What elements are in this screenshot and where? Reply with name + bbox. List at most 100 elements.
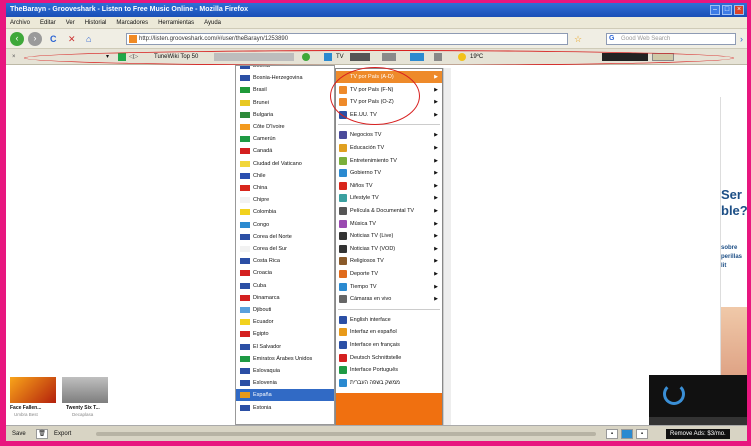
country-item[interactable]: Djibouti <box>236 304 334 316</box>
album-thumb-1[interactable] <box>10 377 56 403</box>
country-item[interactable]: China <box>236 182 334 194</box>
country-item[interactable]: Dinamarca <box>236 292 334 304</box>
menu-item[interactable]: Religiosos TV ▶ <box>336 255 442 267</box>
country-item[interactable]: Côte D'Ivoire <box>236 121 334 133</box>
country-item[interactable]: Congo <box>236 219 334 231</box>
menu-item[interactable]: ממשק בשפה העברית <box>336 377 442 389</box>
home-icon[interactable]: ⌂ <box>86 33 91 45</box>
menu-item[interactable]: Deutsch Schnittstelle <box>336 352 442 364</box>
globe-icon[interactable] <box>302 53 310 61</box>
toolbar-close-icon[interactable]: × <box>12 52 16 62</box>
save-button[interactable]: Save <box>12 429 26 439</box>
shuffle-icon[interactable]: ▪ <box>606 429 618 439</box>
country-item[interactable]: Eslovenia <box>236 377 334 389</box>
country-item[interactable]: Costa Rica <box>236 255 334 267</box>
menu-item[interactable]: English interface <box>336 314 442 326</box>
mail-icon[interactable] <box>434 53 442 61</box>
menu-item-icon <box>339 341 347 349</box>
tv-thumb-icon[interactable] <box>350 53 370 61</box>
country-item[interactable]: Croacia <box>236 267 334 279</box>
search-go-icon[interactable]: › <box>740 33 743 45</box>
close-button[interactable]: × <box>734 5 744 15</box>
country-item[interactable]: Chile <box>236 170 334 182</box>
menu-item[interactable]: Deporte TV ▶ <box>336 268 442 280</box>
menu-ayuda[interactable]: Ayuda <box>204 20 221 26</box>
country-item[interactable]: Bosnia <box>236 66 334 72</box>
menu-item[interactable]: TV por País (A-D) ▶ <box>336 71 442 83</box>
forward-button[interactable]: › <box>28 32 42 46</box>
menu-item[interactable]: Noticias TV (VOD) ▶ <box>336 243 442 255</box>
country-item[interactable]: Canadá <box>236 145 334 157</box>
album-thumb-2[interactable] <box>62 377 108 403</box>
country-item[interactable]: Brasil <box>236 84 334 96</box>
toolbar-dropdown-icon[interactable]: ▾ <box>106 52 109 62</box>
menu-item[interactable]: Tiempo TV ▶ <box>336 281 442 293</box>
country-item[interactable]: Bulgaria <box>236 109 334 121</box>
menu-item[interactable]: Música TV ▶ <box>336 218 442 230</box>
menu-item[interactable]: Niños TV ▶ <box>336 180 442 192</box>
top50-button[interactable]: TuneWiki Top 50 <box>154 52 198 62</box>
menu-item[interactable]: Interface Português <box>336 364 442 376</box>
stop-icon[interactable]: ✕ <box>68 33 76 45</box>
volume-icon[interactable]: ▪ <box>636 429 648 439</box>
menu-item[interactable]: Gobierno TV ▶ <box>336 167 442 179</box>
menu-scrollbar[interactable] <box>443 68 451 425</box>
country-item[interactable]: Egipto <box>236 328 334 340</box>
country-item[interactable]: Emiratos Árabes Unidos <box>236 353 334 365</box>
album-title-1[interactable]: Face Fallen... <box>10 405 41 411</box>
menu-item-icon <box>339 295 347 304</box>
menu-item[interactable]: Interface en français <box>336 339 442 351</box>
country-item[interactable]: Corea del Norte <box>236 231 334 243</box>
toolbar-option-icon[interactable] <box>652 53 674 61</box>
menu-item[interactable]: Película & Documental TV ▶ <box>336 205 442 217</box>
menu-item[interactable]: TV por País (F-N) ▶ <box>336 84 442 96</box>
country-item[interactable]: Ciudad del Vaticano <box>236 158 334 170</box>
export-button[interactable]: Export <box>54 429 71 439</box>
country-item[interactable]: España <box>236 389 334 402</box>
repeat-icon[interactable] <box>621 429 633 439</box>
progress-track[interactable] <box>96 432 596 436</box>
maximize-button[interactable]: □ <box>722 5 732 15</box>
country-item[interactable]: Cuba <box>236 280 334 292</box>
back-button[interactable]: ‹ <box>10 32 24 46</box>
country-item[interactable]: Bosnia-Herzegovina <box>236 72 334 84</box>
menu-item[interactable]: Noticias TV (Live) ▶ <box>336 230 442 242</box>
menu-editar[interactable]: Editar <box>40 20 56 26</box>
rss-icon[interactable]: ☆ <box>574 33 582 45</box>
search-input[interactable]: G Good Web Search <box>606 33 736 45</box>
ad-player[interactable] <box>649 375 747 425</box>
country-item[interactable]: Camerún <box>236 133 334 145</box>
menu-marcadores[interactable]: Marcadores <box>116 20 148 26</box>
menu-item[interactable]: Lifestyle TV ▶ <box>336 192 442 204</box>
album-title-2[interactable]: Twenty Six T... <box>66 405 100 411</box>
menu-item[interactable]: TV por País (O-Z) ▶ <box>336 96 442 108</box>
menu-herramientas[interactable]: Herramientas <box>158 20 194 26</box>
delete-icon[interactable]: 🗑 <box>36 429 48 439</box>
menu-historial[interactable]: Historial <box>85 20 107 26</box>
country-item[interactable]: Ecuador <box>236 316 334 328</box>
reload-icon[interactable]: C <box>50 33 57 45</box>
play-icon[interactable]: ◁▷ <box>129 52 138 62</box>
country-item[interactable]: El Salvador <box>236 341 334 353</box>
tv-button[interactable]: TV <box>336 52 344 62</box>
menu-ver[interactable]: Ver <box>66 20 75 26</box>
country-label: Chile <box>253 172 266 179</box>
menu-item[interactable]: EE.UU. TV ▶ <box>336 109 442 121</box>
menu-item[interactable]: Educación TV ▶ <box>336 142 442 154</box>
chat-icon[interactable] <box>410 53 424 61</box>
menu-item[interactable]: Interfaz en español <box>336 326 442 338</box>
country-item[interactable]: Chipre <box>236 194 334 206</box>
country-label: China <box>253 185 268 191</box>
menu-item[interactable]: Cámaras en vivo ▶ <box>336 293 442 305</box>
country-item[interactable]: Estonia <box>236 402 334 414</box>
country-item[interactable]: Colombia <box>236 206 334 218</box>
radio-icon[interactable] <box>382 53 396 61</box>
menu-item[interactable]: Negocios TV ▶ <box>336 129 442 141</box>
country-item[interactable]: Eslovaquia <box>236 365 334 377</box>
country-item[interactable]: Corea del Sur <box>236 243 334 255</box>
country-item[interactable]: Brunei <box>236 97 334 109</box>
url-bar[interactable]: http://listen.grooveshark.com/#/user/the… <box>126 33 568 45</box>
menu-archivo[interactable]: Archivo <box>10 20 30 26</box>
menu-item[interactable]: Entretenimiento TV ▶ <box>336 155 442 167</box>
minimize-button[interactable]: – <box>710 5 720 15</box>
